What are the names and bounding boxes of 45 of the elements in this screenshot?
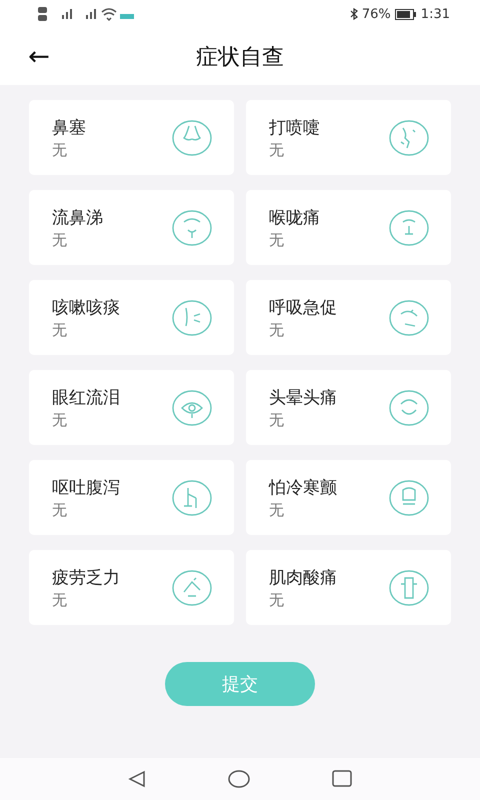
symptom-card[interactable]: 喉咙痛 无 [246,190,451,265]
symptom-severity: 无 [52,230,68,250]
back-nav-icon[interactable] [128,770,146,788]
symptom-card[interactable]: 咳嗽咳痰 无 [29,280,234,355]
battery-icon [394,8,417,20]
symptom-severity: 无 [269,500,285,520]
symptom-name: 呕吐腹泻 [52,476,120,498]
clock-time: 1:31 [420,6,450,22]
bluetooth-icon [350,8,358,20]
symptom-card[interactable]: 肌肉酸痛 无 [246,550,451,625]
symptom-card[interactable]: 疲劳乏力 无 [29,550,234,625]
symptom-severity: 无 [52,500,68,520]
symptom-card[interactable]: 呕吐腹泻 无 [29,460,234,535]
symptom-card[interactable]: 呼吸急促 无 [246,280,451,355]
symptom-severity: 无 [269,590,285,610]
symptom-card[interactable]: 眼红流泪 无 [29,370,234,445]
symptom-name: 喉咙痛 [269,206,320,228]
symptom-name: 打喷嚏 [269,116,320,138]
symptom-card[interactable]: 头晕头痛 无 [246,370,451,445]
symptom-name: 怕冷寒颤 [269,476,337,498]
symptom-severity: 无 [269,230,285,250]
symptom-severity: 无 [269,320,285,340]
symptom-severity: 无 [269,410,285,430]
symptom-name: 呼吸急促 [269,296,337,318]
symptom-name: 肌肉酸痛 [269,566,337,588]
symptom-severity: 无 [52,320,68,340]
symptom-severity: 无 [52,140,68,160]
symptom-name: 眼红流泪 [52,386,120,408]
symptom-card[interactable]: 鼻塞 无 [29,100,234,175]
symptom-severity: 无 [52,410,68,430]
symptom-severity: 无 [269,140,285,160]
symptom-name: 疲劳乏力 [52,566,120,588]
back-button[interactable]: ← [24,42,54,72]
page-title: 症状自查 [196,44,284,72]
symptom-name: 流鼻涕 [52,206,103,228]
symptom-name: 咳嗽咳痰 [52,296,120,318]
symptom-card[interactable]: 怕冷寒颤 无 [246,460,451,535]
symptom-name: 鼻塞 [52,116,86,138]
symptom-card[interactable]: 打喷嚏 无 [246,100,451,175]
home-nav-icon[interactable] [228,770,250,788]
symptom-severity: 无 [52,590,68,610]
battery-level: 76% [362,6,391,22]
recents-nav-icon[interactable] [332,770,352,788]
symptom-name: 头晕头痛 [269,386,337,408]
symptom-card[interactable]: 流鼻涕 无 [29,190,234,265]
